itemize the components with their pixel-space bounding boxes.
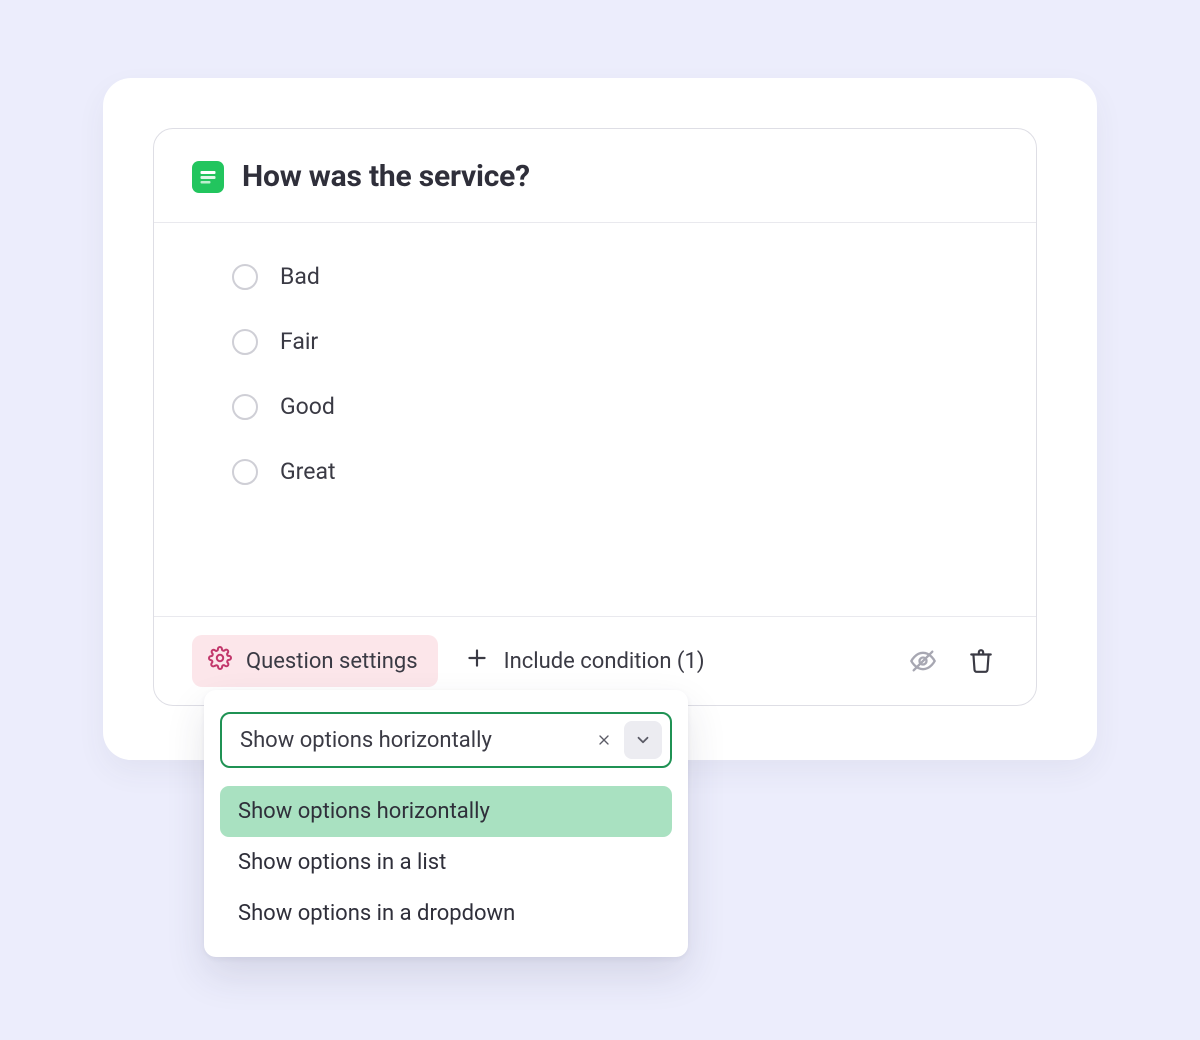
include-condition-label: Include condition (1) [504, 649, 705, 674]
editor-card: How was the service? Bad Fair Good Great [103, 78, 1097, 760]
display-mode-option[interactable]: Show options horizontally [220, 786, 672, 837]
option-label: Great [280, 458, 335, 485]
option-row[interactable]: Bad [232, 263, 998, 290]
display-mode-option[interactable]: Show options in a list [220, 837, 672, 888]
option-row[interactable]: Good [232, 393, 998, 420]
radio-icon[interactable] [232, 394, 258, 420]
question-title[interactable]: How was the service? [242, 159, 530, 194]
question-type-icon [192, 161, 224, 193]
gear-icon [208, 646, 232, 676]
option-row[interactable]: Fair [232, 328, 998, 355]
settings-popover: Show options horizontally Show options h… [204, 690, 688, 957]
option-row[interactable]: Great [232, 458, 998, 485]
question-header: How was the service? [154, 129, 1036, 223]
display-mode-selected: Show options horizontally [240, 728, 584, 753]
question-card: How was the service? Bad Fair Good Great [153, 128, 1037, 706]
include-condition-button[interactable]: Include condition (1) [462, 641, 707, 681]
question-settings-button[interactable]: Question settings [192, 635, 438, 687]
display-mode-option[interactable]: Show options in a dropdown [220, 888, 672, 939]
radio-icon[interactable] [232, 329, 258, 355]
radio-icon[interactable] [232, 459, 258, 485]
delete-button[interactable] [964, 644, 998, 678]
option-label: Good [280, 393, 335, 420]
plus-icon [464, 645, 490, 677]
settings-label: Question settings [246, 649, 418, 674]
clear-icon[interactable] [590, 726, 618, 754]
display-mode-options: Show options horizontally Show options i… [220, 786, 672, 939]
chevron-down-icon[interactable] [624, 721, 662, 759]
options-list: Bad Fair Good Great [154, 223, 1036, 521]
display-mode-select[interactable]: Show options horizontally [220, 712, 672, 768]
radio-icon[interactable] [232, 264, 258, 290]
option-label: Bad [280, 263, 320, 290]
option-label: Fair [280, 328, 318, 355]
visibility-toggle-button[interactable] [906, 644, 940, 678]
